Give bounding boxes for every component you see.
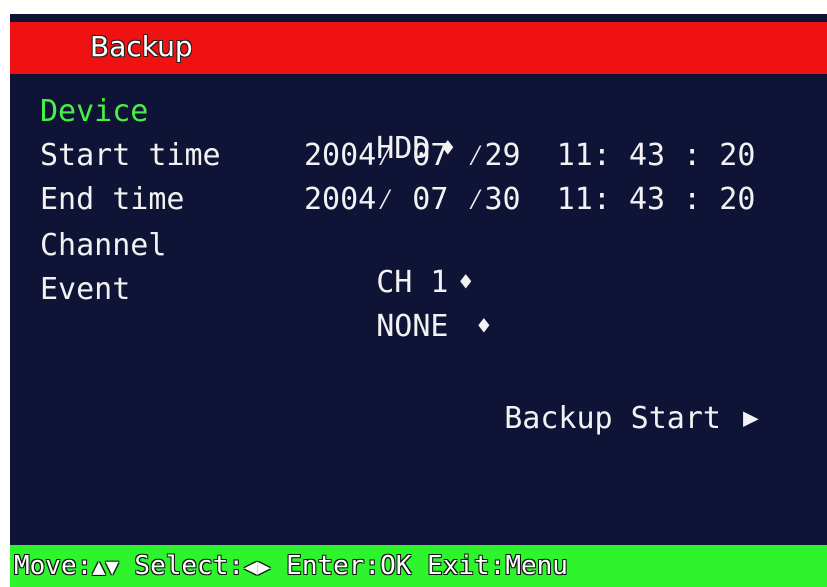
title-bar: Backup [10,22,827,74]
up-down-arrows-icon: ▲▼ [92,555,119,580]
device-label[interactable]: Device [40,94,148,130]
left-right-arrows-icon: ◀▶ [244,555,271,580]
help-text: Move:▲▼ Select:◀▶ Enter:OK Exit:Menu [14,549,568,585]
page-title: Backup [90,30,193,63]
end-time-field[interactable]: 2004⁄ 07 ⁄30 11: 43 : 20 [304,182,755,218]
event-value: NONE [376,309,467,344]
select-hint-label: Select: [118,551,245,581]
exit-hint: Exit:Menu [411,551,568,581]
backup-screen: Backup Device HDD ♦ Start time 2004⁄ 07 ⁄… [10,14,827,587]
move-hint-label: Move: [14,551,93,581]
backup-start-label: Backup Start [504,401,721,436]
end-time-label[interactable]: End time [40,182,185,218]
help-bar: Move:▲▼ Select:◀▶ Enter:OK Exit:Menu [10,545,827,587]
play-icon: ▶ [743,403,759,433]
start-time-label[interactable]: Start time [40,138,221,174]
event-label[interactable]: Event [40,272,130,308]
up-down-icon: ♦ [476,312,492,340]
enter-hint: Enter:OK [270,551,412,581]
channel-label[interactable]: Channel [40,228,166,264]
backup-start-button[interactable]: Backup Start ▶ [432,364,759,473]
start-time-field[interactable]: 2004⁄ 07 ⁄29 11: 43 : 20 [304,138,755,174]
